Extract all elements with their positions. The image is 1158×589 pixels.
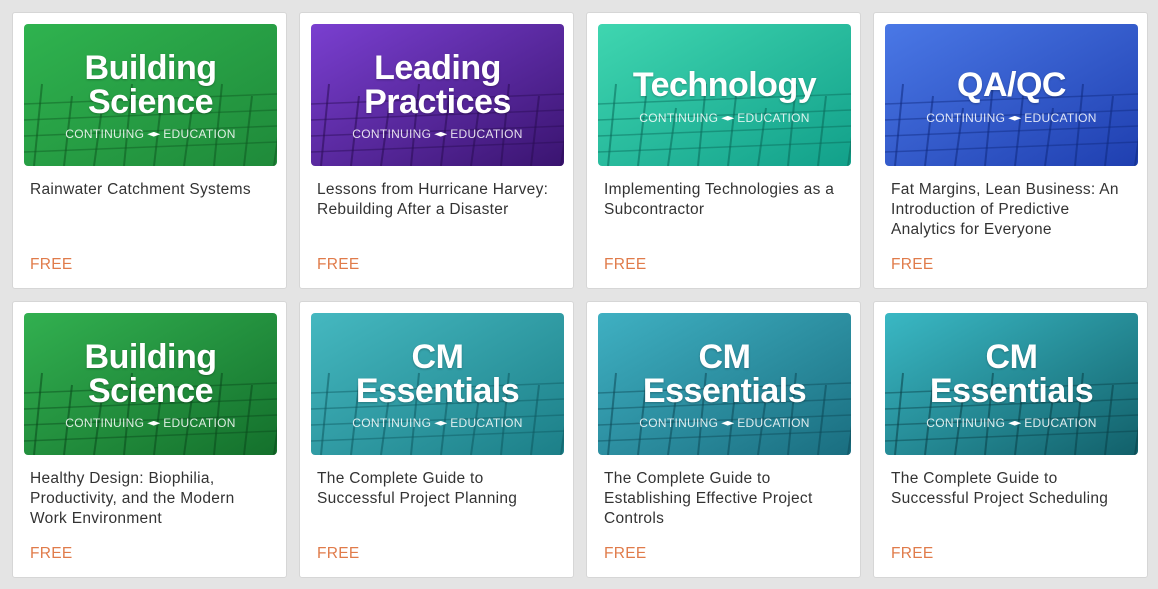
banner-line: Science <box>87 83 214 121</box>
course-price: FREE <box>891 256 934 273</box>
continuing-education-label: CONTINUING EDUCATION <box>885 111 1138 125</box>
course-title-link[interactable]: The Complete Guide to Successful Project… <box>891 469 1135 509</box>
continuing-education-text-2: EDUCATION <box>163 127 236 141</box>
course-card[interactable]: QA/QC CONTINUING EDUCATION Fat Margins, Lea… <box>873 12 1148 289</box>
course-price: FREE <box>604 545 647 562</box>
course-banner-title: Building Science <box>24 340 277 408</box>
continuing-education-label: CONTINUING EDUCATION <box>24 416 277 430</box>
course-price: FREE <box>317 256 360 273</box>
banner-line: Technology <box>632 66 817 104</box>
graduation-cap-icon <box>147 420 161 426</box>
continuing-education-text-2: EDUCATION <box>737 111 810 125</box>
banner-line: QA/QC <box>957 66 1066 104</box>
banner-line: Essentials <box>642 372 807 410</box>
course-title-link[interactable]: The Complete Guide to Successful Project… <box>317 469 561 509</box>
course-card[interactable]: CM Essentials CONTINUING EDUCATION The Compl… <box>299 301 574 578</box>
course-title-link[interactable]: Fat Margins, Lean Business: An Introduct… <box>891 180 1135 240</box>
continuing-education-text: CONTINUING <box>65 127 145 141</box>
graduation-cap-icon <box>721 420 735 426</box>
banner-line: CM <box>698 338 751 376</box>
course-thumbnail[interactable]: QA/QC CONTINUING EDUCATION <box>885 24 1138 166</box>
course-banner-title: CM Essentials <box>885 340 1138 408</box>
continuing-education-text: CONTINUING <box>65 416 145 430</box>
banner-line: Science <box>87 372 214 410</box>
course-title-link[interactable]: Lessons from Hurricane Harvey: Rebuildin… <box>317 180 561 220</box>
graduation-cap-icon <box>434 420 448 426</box>
banner-line: Essentials <box>355 372 520 410</box>
course-thumbnail[interactable]: Building Science CONTINUING EDUCATION <box>24 24 277 166</box>
course-title-link[interactable]: The Complete Guide to Establishing Effec… <box>604 469 848 529</box>
banner-line: CM <box>411 338 464 376</box>
continuing-education-label: CONTINUING EDUCATION <box>311 127 564 141</box>
continuing-education-text: CONTINUING <box>639 111 719 125</box>
continuing-education-label: CONTINUING EDUCATION <box>311 416 564 430</box>
course-card[interactable]: CM Essentials CONTINUING EDUCATION The Compl… <box>873 301 1148 578</box>
course-banner-title: Building Science <box>24 51 277 119</box>
course-title-link[interactable]: Rainwater Catchment Systems <box>30 180 274 200</box>
course-card[interactable]: Building Science CONTINUING EDUCATION Rainwa… <box>12 12 287 289</box>
course-banner-title: Leading Practices <box>311 51 564 119</box>
continuing-education-text-2: EDUCATION <box>163 416 236 430</box>
banner-line: CM <box>985 338 1038 376</box>
graduation-cap-icon <box>1008 115 1022 121</box>
graduation-cap-icon <box>1008 420 1022 426</box>
course-thumbnail[interactable]: CM Essentials CONTINUING EDUCATION <box>598 313 851 455</box>
continuing-education-text: CONTINUING <box>352 416 432 430</box>
course-price: FREE <box>317 545 360 562</box>
banner-line: Leading <box>374 49 501 87</box>
course-card[interactable]: CM Essentials CONTINUING EDUCATION The Compl… <box>586 301 861 578</box>
banner-line: Building <box>84 338 217 376</box>
course-title-link[interactable]: Healthy Design: Biophilia, Productivity,… <box>30 469 274 529</box>
course-price: FREE <box>604 256 647 273</box>
course-banner-title: Technology <box>598 68 851 102</box>
course-thumbnail[interactable]: Building Science CONTINUING EDUCATION <box>24 313 277 455</box>
continuing-education-text: CONTINUING <box>639 416 719 430</box>
course-price: FREE <box>891 545 934 562</box>
continuing-education-text: CONTINUING <box>926 416 1006 430</box>
course-thumbnail[interactable]: Leading Practices CONTINUING EDUCATION <box>311 24 564 166</box>
continuing-education-label: CONTINUING EDUCATION <box>24 127 277 141</box>
continuing-education-text: CONTINUING <box>352 127 432 141</box>
graduation-cap-icon <box>721 115 735 121</box>
banner-line: Practices <box>364 83 511 121</box>
course-price: FREE <box>30 256 73 273</box>
course-banner-title: QA/QC <box>885 68 1138 102</box>
continuing-education-label: CONTINUING EDUCATION <box>598 111 851 125</box>
continuing-education-text-2: EDUCATION <box>737 416 810 430</box>
continuing-education-label: CONTINUING EDUCATION <box>885 416 1138 430</box>
graduation-cap-icon <box>147 131 161 137</box>
course-thumbnail[interactable]: CM Essentials CONTINUING EDUCATION <box>885 313 1138 455</box>
course-thumbnail[interactable]: Technology CONTINUING EDUCATION <box>598 24 851 166</box>
continuing-education-text-2: EDUCATION <box>450 416 523 430</box>
course-price: FREE <box>30 545 73 562</box>
course-banner-title: CM Essentials <box>598 340 851 408</box>
course-banner-title: CM Essentials <box>311 340 564 408</box>
course-title-link[interactable]: Implementing Technologies as a Subcontra… <box>604 180 848 220</box>
course-card[interactable]: Technology CONTINUING EDUCATION Implementin… <box>586 12 861 289</box>
graduation-cap-icon <box>434 131 448 137</box>
continuing-education-label: CONTINUING EDUCATION <box>598 416 851 430</box>
course-thumbnail[interactable]: CM Essentials CONTINUING EDUCATION <box>311 313 564 455</box>
course-grid: Building Science CONTINUING EDUCATION Rainwa… <box>12 12 1148 578</box>
continuing-education-text-2: EDUCATION <box>1024 111 1097 125</box>
course-card[interactable]: Leading Practices CONTINUING EDUCATION Lesso… <box>299 12 574 289</box>
continuing-education-text-2: EDUCATION <box>1024 416 1097 430</box>
banner-line: Building <box>84 49 217 87</box>
course-card[interactable]: Building Science CONTINUING EDUCATION Health… <box>12 301 287 578</box>
continuing-education-text: CONTINUING <box>926 111 1006 125</box>
banner-line: Essentials <box>929 372 1094 410</box>
continuing-education-text-2: EDUCATION <box>450 127 523 141</box>
